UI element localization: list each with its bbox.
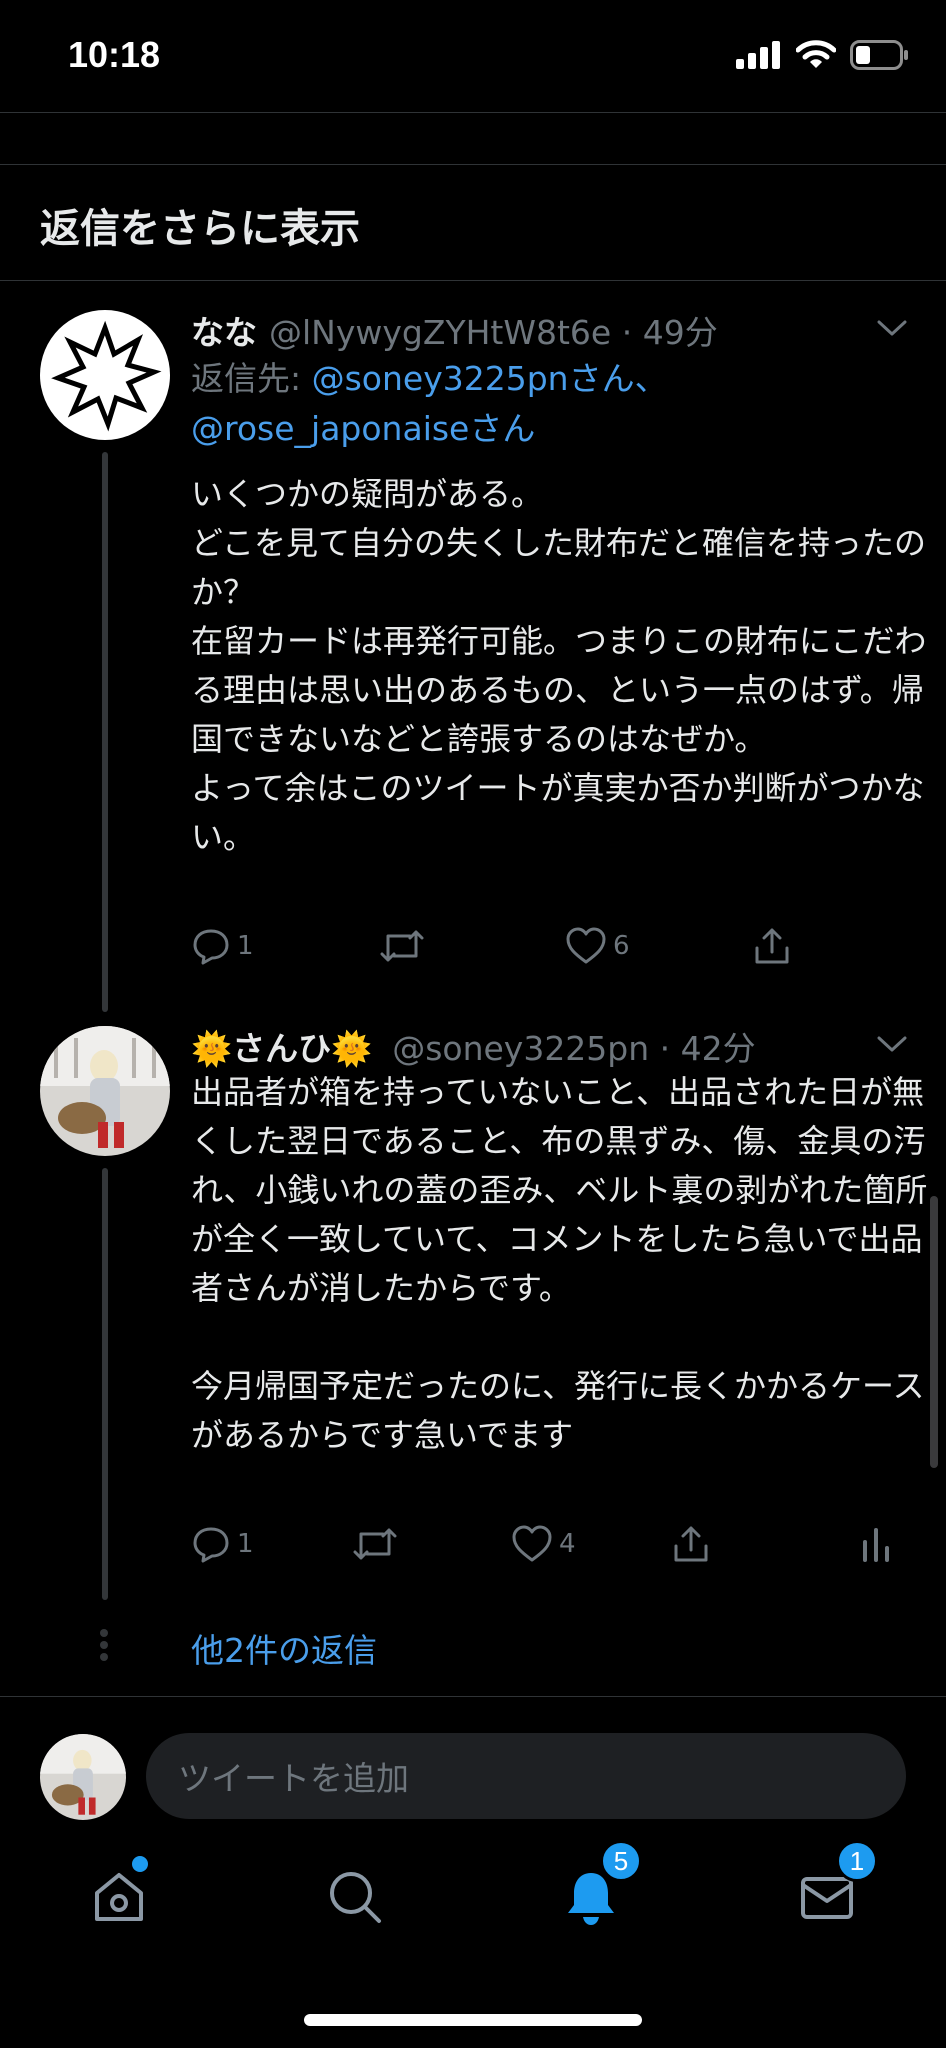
divider bbox=[0, 164, 946, 165]
photo-avatar-icon bbox=[40, 1026, 170, 1156]
battery-icon bbox=[850, 40, 908, 70]
avatar[interactable] bbox=[40, 310, 170, 440]
retweet-icon bbox=[353, 1528, 397, 1560]
compose-avatar[interactable] bbox=[40, 1734, 126, 1820]
reply-button[interactable]: 1 bbox=[191, 1524, 351, 1564]
thread-line bbox=[102, 452, 108, 1012]
compose-input[interactable]: ツイートを追加 bbox=[146, 1733, 906, 1819]
reply-button[interactable]: 1 bbox=[191, 926, 378, 966]
divider bbox=[0, 112, 946, 113]
divider bbox=[0, 1696, 946, 1697]
home-unread-dot bbox=[132, 1856, 148, 1872]
home-indicator[interactable] bbox=[304, 2014, 642, 2026]
starburst-avatar-icon bbox=[51, 320, 162, 432]
like-button[interactable]: 6 bbox=[565, 926, 752, 966]
like-icon bbox=[566, 927, 606, 964]
tweet-header: 🌞さんひ🌞 @soney3225pn · 42分 bbox=[191, 1022, 756, 1070]
chevron-down-icon[interactable] bbox=[876, 1034, 908, 1054]
signal-icon bbox=[736, 41, 780, 69]
chevron-down-icon[interactable] bbox=[876, 318, 908, 338]
like-button[interactable]: 4 bbox=[511, 1524, 671, 1564]
show-more-replies-link[interactable]: 他2件の返信 bbox=[191, 1624, 377, 1672]
reply-icon bbox=[193, 929, 229, 965]
avatar[interactable] bbox=[40, 1026, 170, 1156]
scrollbar[interactable] bbox=[930, 1196, 938, 1468]
tab-search[interactable] bbox=[320, 1862, 390, 1932]
status-time: 10:18 bbox=[68, 34, 161, 75]
more-dots-icon bbox=[100, 1629, 108, 1661]
show-more-replies-header[interactable]: 返信をさらに表示 bbox=[40, 196, 360, 254]
tab-home[interactable] bbox=[84, 1856, 154, 1932]
reply-icon bbox=[193, 1527, 229, 1563]
share-icon bbox=[674, 1526, 708, 1562]
wifi-icon bbox=[796, 40, 836, 68]
display-name[interactable]: なな bbox=[191, 306, 257, 354]
reply-count: 1 bbox=[237, 1529, 254, 1559]
retweet-button[interactable] bbox=[351, 1524, 511, 1564]
mention-link[interactable]: @soney3225pnさん、 bbox=[312, 359, 668, 398]
divider bbox=[0, 280, 946, 281]
tweet-text: いくつかの疑問がある。 どこを見て自分の失くした財布だと確信を持ったのか？ 在留… bbox=[191, 475, 927, 856]
reply-to: 返信先: @soney3225pnさん、 @rose_japonaiseさん bbox=[191, 354, 911, 454]
photo-avatar-icon bbox=[40, 1734, 126, 1820]
like-icon bbox=[512, 1525, 552, 1562]
search-icon bbox=[330, 1872, 381, 1923]
like-count: 6 bbox=[613, 931, 630, 961]
handle-and-time[interactable]: @soney3225pn · 42分 bbox=[392, 1022, 755, 1070]
handle-and-time[interactable]: @lNywygZYHtW8t6e · 49分 bbox=[269, 306, 718, 354]
tweet-actions: 1 4 bbox=[191, 1524, 907, 1564]
thread-line bbox=[102, 1168, 108, 1600]
messages-badge: 1 bbox=[836, 1840, 878, 1882]
tweet-actions: 1 6 bbox=[191, 926, 811, 966]
share-icon bbox=[755, 928, 789, 964]
analytics-icon bbox=[863, 1528, 889, 1562]
like-count: 4 bbox=[559, 1529, 576, 1559]
retweet-icon bbox=[380, 930, 424, 962]
analytics-button[interactable] bbox=[861, 1524, 891, 1564]
tab-notifications[interactable]: 5 bbox=[556, 1840, 642, 1932]
tweet-text: 出品者が箱を持っていないこと、出品された日が無くした翌日であること、布の黒ずみ、… bbox=[191, 1073, 928, 1454]
reply-count: 1 bbox=[237, 931, 254, 961]
home-icon bbox=[95, 1873, 143, 1921]
status-icons bbox=[736, 40, 910, 70]
reply-prefix: 返信先: bbox=[191, 359, 312, 398]
display-name[interactable]: 🌞さんひ🌞 bbox=[191, 1022, 372, 1070]
retweet-button[interactable] bbox=[378, 926, 565, 966]
mention-link[interactable]: @rose_japonaiseさん bbox=[191, 409, 535, 448]
share-button[interactable] bbox=[752, 926, 792, 966]
tweet-header: なな @lNywygZYHtW8t6e · 49分 bbox=[191, 306, 718, 354]
share-button[interactable] bbox=[671, 1524, 861, 1564]
notifications-badge: 5 bbox=[600, 1840, 642, 1882]
tab-messages[interactable]: 1 bbox=[792, 1840, 878, 1932]
